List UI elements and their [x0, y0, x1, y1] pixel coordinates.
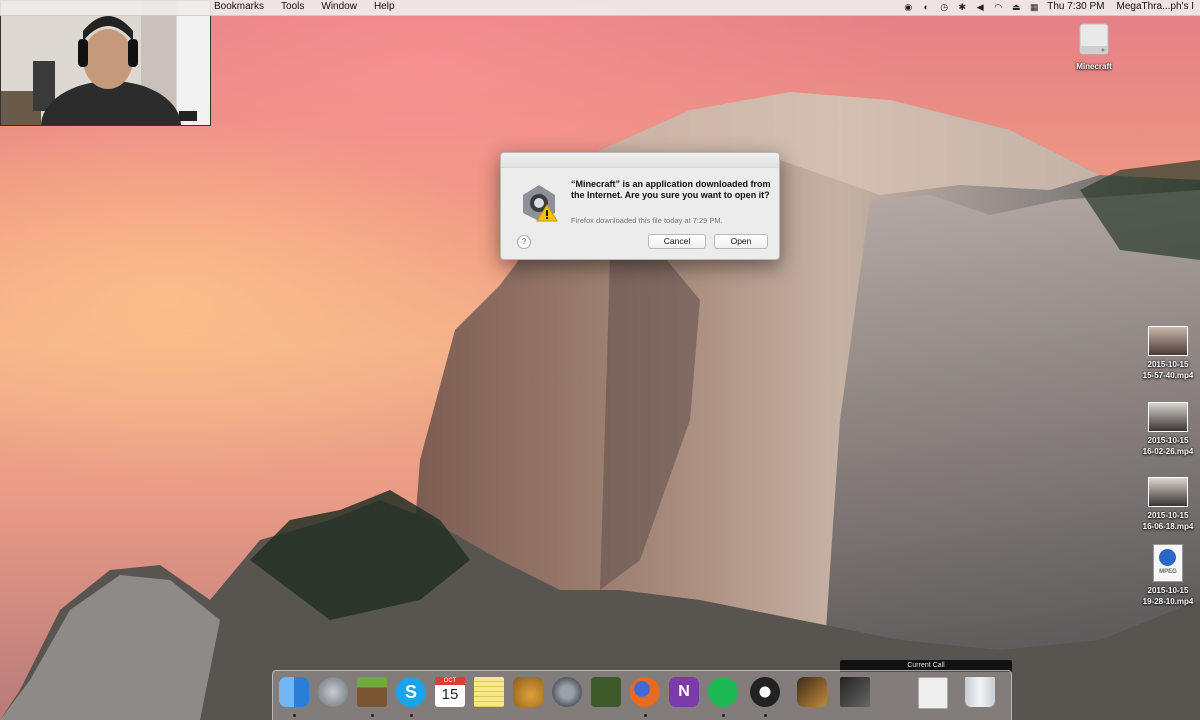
- calendar-month: OCT: [435, 677, 465, 685]
- file-name-line1: 2015-10-15: [1147, 586, 1189, 595]
- flag-icon[interactable]: ▦: [1029, 2, 1039, 12]
- menu-status-area: ◉ ◐ ◷ ✱ ◀ ◠ ⏏ ▦ Thu 7:30 PM MegaThra...p…: [903, 1, 1194, 12]
- dock-running-indicator: [293, 714, 296, 717]
- sync-icon[interactable]: ◐: [921, 2, 931, 12]
- dock-trash-icon[interactable]: [965, 677, 995, 707]
- webcam-overlay: [0, 0, 211, 126]
- dock-running-indicator: [410, 714, 413, 717]
- file-name-line1: 2015-10-15: [1147, 436, 1189, 445]
- desktop-file[interactable]: 2015-10-15 15-57-40.mp4: [1136, 326, 1200, 381]
- calendar-day: 15: [441, 686, 459, 703]
- dock-system-preferences-icon[interactable]: [552, 677, 582, 707]
- menu-list: Bookmarks Tools Window Help: [214, 1, 412, 12]
- dock-firefox-icon[interactable]: [630, 677, 660, 707]
- dock-running-indicator: [764, 714, 767, 717]
- webcam-person-image: [1, 1, 210, 125]
- menu-bar: Bookmarks Tools Window Help ◉ ◐ ◷ ✱ ◀ ◠ …: [0, 0, 1200, 16]
- dock-document-icon[interactable]: [918, 677, 948, 709]
- dock-running-indicator: [371, 714, 374, 717]
- file-name-line2: 19-28-10.mp4: [1142, 597, 1194, 606]
- file-name-line2: 16-02-26.mp4: [1142, 447, 1194, 456]
- open-confirmation-dialog: “Minecraft” is an application downloaded…: [500, 152, 780, 260]
- record-icon[interactable]: ◉: [903, 2, 913, 12]
- wifi-icon[interactable]: ◠: [993, 2, 1003, 12]
- quicktime-file-icon: MPEG: [1153, 544, 1183, 582]
- desktop-file[interactable]: 2015-10-15 16-06-18.mp4: [1136, 477, 1200, 532]
- dock-minecraft-icon[interactable]: [357, 677, 387, 707]
- video-thumbnail: [1148, 402, 1188, 432]
- help-button[interactable]: ?: [517, 235, 531, 249]
- bluetooth-icon[interactable]: ✱: [957, 2, 967, 12]
- menu-bookmarks[interactable]: Bookmarks: [214, 1, 264, 12]
- desktop-file[interactable]: 2015-10-15 16-02-26.mp4: [1136, 402, 1200, 457]
- eject-icon[interactable]: ⏏: [1011, 2, 1021, 12]
- file-name-line2: 15-57-40.mp4: [1142, 371, 1194, 380]
- dock-obs-icon[interactable]: [750, 677, 780, 707]
- desktop-drive-minecraft[interactable]: Minecraft: [1066, 22, 1122, 72]
- menu-window[interactable]: Window: [321, 1, 357, 12]
- dock-skype-icon[interactable]: S: [396, 677, 426, 707]
- dock-finder-icon[interactable]: [279, 677, 309, 707]
- menu-user[interactable]: MegaThra...ph's I: [1117, 1, 1195, 12]
- menu-help[interactable]: Help: [374, 1, 395, 12]
- dock-fruit-app-icon[interactable]: [513, 677, 543, 707]
- dock-spotify-icon[interactable]: [708, 677, 738, 707]
- desktop-file[interactable]: MPEG 2015-10-15 19-28-10.mp4: [1136, 544, 1200, 607]
- dock-onenote-icon[interactable]: N: [669, 677, 699, 707]
- file-name-line1: 2015-10-15: [1147, 511, 1189, 520]
- video-thumbnail: [1148, 477, 1188, 507]
- time-machine-icon[interactable]: ◷: [939, 2, 949, 12]
- dock-final-cut-icon[interactable]: [840, 677, 870, 707]
- file-name-line2: 16-06-18.mp4: [1142, 522, 1194, 531]
- file-name-line1: 2015-10-15: [1147, 360, 1189, 369]
- dock-notes-icon[interactable]: [474, 677, 504, 707]
- dialog-message: “Minecraft” is an application downloaded…: [571, 179, 771, 200]
- drive-label: Minecraft: [1076, 62, 1112, 71]
- cancel-button[interactable]: Cancel: [648, 234, 706, 249]
- drive-icon: [1079, 23, 1109, 55]
- menu-clock[interactable]: Thu 7:30 PM: [1047, 1, 1104, 12]
- dock-guitar-app-icon[interactable]: [797, 677, 827, 707]
- dock-cube-app-icon[interactable]: [591, 677, 621, 707]
- dock-launchpad-icon[interactable]: [318, 677, 348, 707]
- menu-tools[interactable]: Tools: [281, 1, 304, 12]
- gatekeeper-warning-icon: [523, 185, 558, 222]
- dock-running-indicator: [644, 714, 647, 717]
- volume-icon[interactable]: ◀: [975, 2, 985, 12]
- open-button[interactable]: Open: [714, 234, 768, 249]
- dock-running-indicator: [722, 714, 725, 717]
- dialog-detail: Firefox downloaded this file today at 7:…: [571, 216, 723, 225]
- dialog-titlebar[interactable]: [501, 153, 779, 168]
- video-thumbnail: [1148, 326, 1188, 356]
- quicktime-q-icon: [1159, 549, 1176, 566]
- dock-calendar-icon[interactable]: OCT 15: [435, 677, 465, 707]
- mpeg-badge: MPEG: [1159, 569, 1177, 575]
